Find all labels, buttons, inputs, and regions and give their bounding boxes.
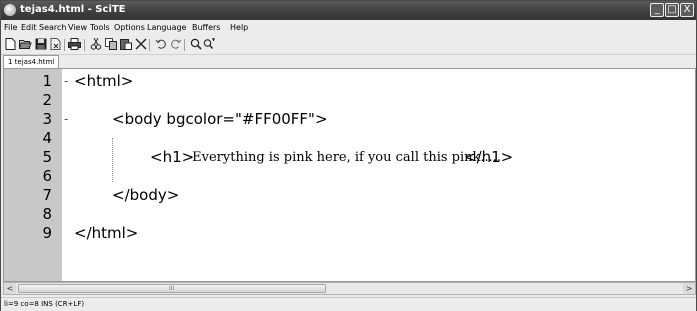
status-text: li=9 co=8 INS (CR+LF) — [4, 300, 85, 308]
horizontal-scrollbar[interactable]: < III > — [3, 282, 696, 295]
fold-marker[interactable]: - — [64, 72, 68, 91]
toolbar-separator — [184, 39, 185, 51]
menu-edit[interactable]: Edit — [21, 22, 37, 33]
redo-icon[interactable] — [169, 38, 182, 51]
toolbar-separator — [149, 39, 150, 51]
cut-icon[interactable] — [89, 37, 102, 51]
menu-options[interactable]: Options — [114, 22, 145, 33]
scite-window: tejas4.html - SciTE _ □ X File Edit Sear… — [0, 0, 697, 311]
line-number: 8 — [42, 205, 52, 223]
code-line: 3 - <body bgcolor="#FF00FF"> — [4, 110, 695, 129]
menu-help[interactable]: Help — [230, 22, 248, 33]
code-line: 4 — [4, 129, 695, 148]
scrollbar-thumb[interactable]: III — [18, 284, 326, 293]
replace-icon[interactable] — [203, 38, 216, 51]
scroll-right-button[interactable]: > — [683, 283, 695, 294]
line-number: 2 — [42, 91, 52, 109]
paste-icon[interactable] — [119, 38, 132, 51]
menu-search[interactable]: Search — [39, 22, 66, 33]
line-number: 5 — [42, 148, 52, 166]
save-icon[interactable] — [34, 38, 47, 51]
menu-view[interactable]: View — [68, 22, 87, 33]
minimize-button[interactable]: _ — [650, 3, 664, 17]
close-file-icon[interactable] — [49, 38, 62, 51]
line-number: 6 — [42, 167, 52, 185]
code-line: 6 — [4, 167, 695, 186]
code-text: <body bgcolor="#FF00FF"> — [112, 110, 328, 128]
code-editor[interactable]: 1 - <html> 2 3 - <body bgcolor="#FF00FF"… — [3, 68, 696, 282]
code-text-h1-close: </h1> — [464, 148, 514, 166]
open-file-icon[interactable] — [18, 38, 32, 51]
line-number: 9 — [42, 224, 52, 242]
code-text: </body> — [112, 186, 180, 204]
code-line: 2 — [4, 91, 695, 110]
undo-icon[interactable] — [154, 38, 167, 51]
fold-marker[interactable]: - — [64, 110, 68, 129]
toolbar — [1, 36, 696, 55]
close-button[interactable]: X — [680, 3, 694, 17]
code-line: 1 - <html> — [4, 72, 695, 91]
delete-icon[interactable] — [134, 38, 147, 51]
maximize-button[interactable]: □ — [665, 3, 679, 17]
code-line: 7 </body> — [4, 186, 695, 205]
line-number: 1 — [42, 72, 52, 90]
code-line: 9 </html> — [4, 224, 695, 243]
menu-language[interactable]: Language — [147, 22, 186, 33]
code-line: 8 — [4, 205, 695, 224]
toolbar-separator — [64, 39, 65, 51]
code-text: </html> — [74, 224, 139, 242]
menu-tools[interactable]: Tools — [90, 22, 110, 33]
menu-buffers[interactable]: Buffers — [192, 22, 220, 33]
line-number: 4 — [42, 129, 52, 147]
tab-bar: 1 tejas4.html — [1, 55, 696, 68]
window-title: tejas4.html - SciTE — [20, 4, 126, 15]
find-icon[interactable] — [189, 38, 202, 51]
code-text: <html> — [74, 72, 134, 90]
print-icon[interactable] — [68, 38, 81, 51]
line-number: 7 — [42, 186, 52, 204]
code-text-h1-content: Everything is pink here, if you call thi… — [188, 150, 506, 165]
line-number: 3 — [42, 110, 52, 128]
new-file-icon[interactable] — [4, 38, 17, 51]
scroll-left-button[interactable]: < — [4, 283, 16, 294]
code-line: 5 <h1> Everything is pink here, if you c… — [4, 148, 695, 167]
toolbar-separator — [84, 39, 85, 51]
copy-icon[interactable] — [104, 38, 117, 51]
status-bar: li=9 co=8 INS (CR+LF) — [1, 297, 696, 311]
menu-bar: File Edit Search View Tools Options Lang… — [1, 21, 696, 35]
title-bar[interactable]: tejas4.html - SciTE _ □ X — [1, 1, 696, 20]
scrollbar-grip: III — [169, 285, 175, 292]
tab-tejas4-html[interactable]: 1 tejas4.html — [3, 55, 60, 68]
scite-app-icon[interactable] — [4, 4, 16, 16]
menu-file[interactable]: File — [4, 22, 17, 33]
